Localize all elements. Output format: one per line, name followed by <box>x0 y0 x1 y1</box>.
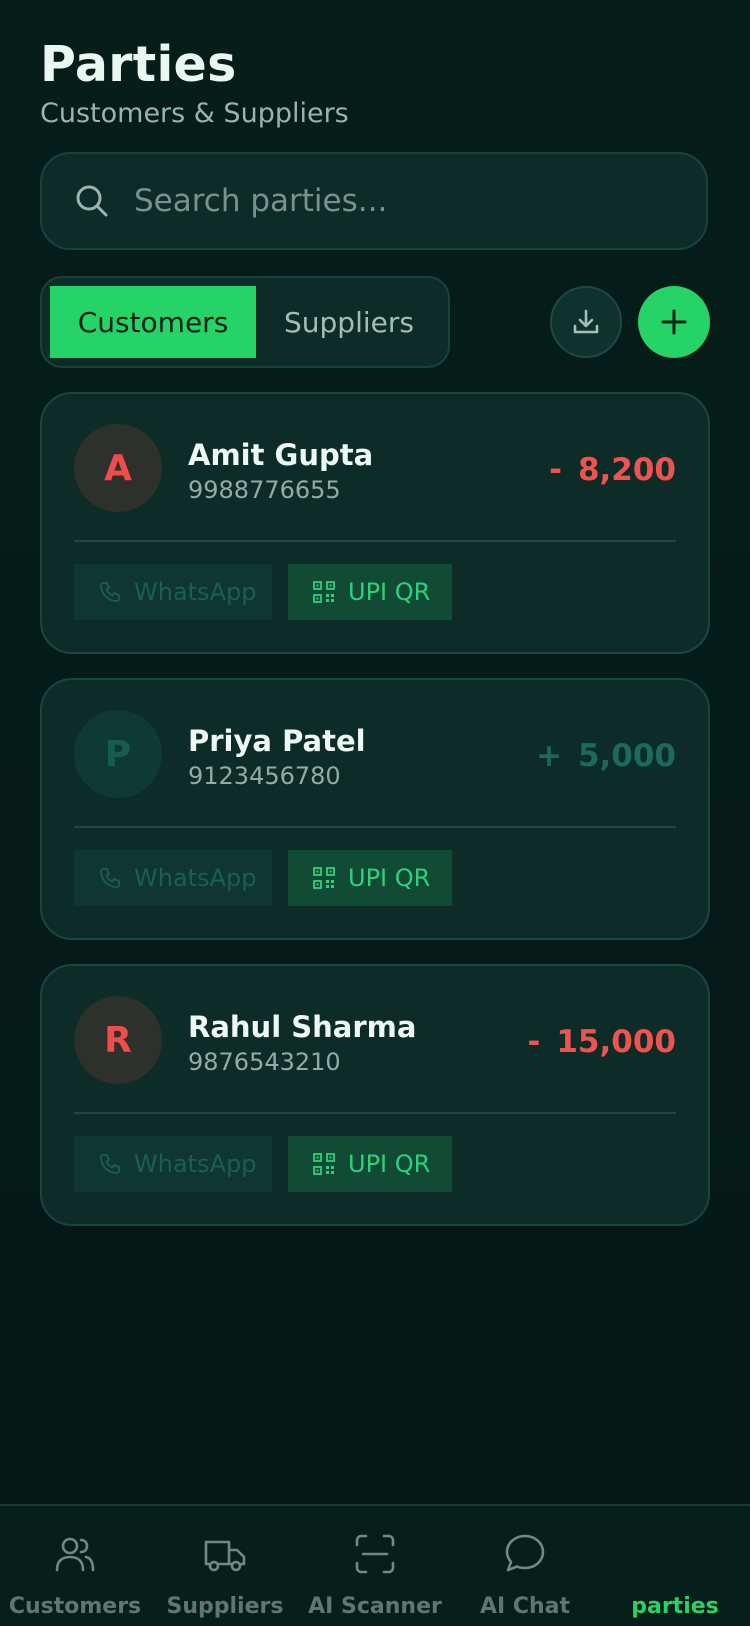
nav-label: parties <box>631 1594 719 1619</box>
card-divider <box>74 540 676 542</box>
whatsapp-button[interactable]: WhatsApp <box>74 850 272 906</box>
party-card[interactable]: P Priya Patel 9123456780 + 5,000 WhatsAp… <box>40 678 710 940</box>
upi-label: UPI QR <box>348 578 431 606</box>
users-icon <box>55 1537 95 1572</box>
search-icon <box>74 183 110 219</box>
card-divider <box>74 1112 676 1114</box>
nav-label: AI Scanner <box>308 1594 442 1619</box>
balance-amount: 5,000 <box>577 738 676 774</box>
party-type-toggle: Customers Suppliers <box>40 276 450 368</box>
party-card[interactable]: A Amit Gupta 9988776655 - 8,200 WhatsApp <box>40 392 710 654</box>
party-phone: 9123456780 <box>188 762 341 790</box>
party-name: Priya Patel <box>188 724 366 758</box>
qr-code-icon <box>313 1153 335 1175</box>
nav-parties[interactable]: parties <box>600 1506 750 1626</box>
whatsapp-button[interactable]: WhatsApp <box>74 564 272 620</box>
nav-ai-scanner[interactable]: AI Scanner <box>300 1506 450 1626</box>
party-name: Rahul Sharma <box>188 1010 417 1044</box>
nav-suppliers[interactable]: Suppliers <box>150 1506 300 1626</box>
party-card[interactable]: R Rahul Sharma 9876543210 - 15,000 Whats… <box>40 964 710 1226</box>
phone-icon <box>100 868 120 888</box>
upi-label: UPI QR <box>348 1150 431 1178</box>
nav-label: Suppliers <box>166 1594 284 1619</box>
download-button[interactable] <box>550 286 622 358</box>
whatsapp-button[interactable]: WhatsApp <box>74 1136 272 1192</box>
chat-icon <box>505 1534 545 1572</box>
whatsapp-label: WhatsApp <box>134 578 257 606</box>
party-balance: + 5,000 <box>536 738 676 774</box>
plus-icon <box>661 309 687 335</box>
upi-label: UPI QR <box>348 864 431 892</box>
search-input[interactable] <box>132 182 656 220</box>
party-phone: 9876543210 <box>188 1048 341 1076</box>
add-party-button[interactable] <box>638 286 710 358</box>
truck-icon <box>204 1540 246 1572</box>
balance-sign: - <box>527 1024 541 1060</box>
avatar: A <box>74 424 162 512</box>
bottom-nav: Customers Suppliers AI Scanner AI Chat p… <box>0 1504 750 1626</box>
avatar: P <box>74 710 162 798</box>
nav-ai-chat[interactable]: AI Chat <box>450 1506 600 1626</box>
party-phone: 9988776655 <box>188 476 341 504</box>
party-balance: - 8,200 <box>549 452 676 488</box>
search-bar[interactable] <box>40 152 708 250</box>
tab-suppliers[interactable]: Suppliers <box>256 286 442 358</box>
balance-amount: 8,200 <box>577 452 676 488</box>
nav-label: AI Chat <box>479 1594 571 1619</box>
balance-sign: - <box>549 452 562 488</box>
phone-icon <box>100 1154 120 1174</box>
page-title: Parties <box>40 36 237 93</box>
qr-code-icon <box>313 581 335 603</box>
qr-code-icon <box>313 867 335 889</box>
whatsapp-label: WhatsApp <box>134 864 257 892</box>
upi-qr-button[interactable]: UPI QR <box>288 564 452 620</box>
phone-icon <box>100 582 120 602</box>
page-subtitle: Customers & Suppliers <box>40 98 349 129</box>
scan-icon <box>355 1534 395 1574</box>
card-divider <box>74 826 676 828</box>
party-balance: - 15,000 <box>527 1024 676 1060</box>
upi-qr-button[interactable]: UPI QR <box>288 850 452 906</box>
tab-customers[interactable]: Customers <box>50 286 256 358</box>
balance-amount: 15,000 <box>556 1024 676 1060</box>
party-name: Amit Gupta <box>188 438 374 472</box>
upi-qr-button[interactable]: UPI QR <box>288 1136 452 1192</box>
nav-label: Customers <box>8 1594 142 1619</box>
avatar: R <box>74 996 162 1084</box>
balance-sign: + <box>535 738 562 774</box>
nav-customers[interactable]: Customers <box>0 1506 150 1626</box>
whatsapp-label: WhatsApp <box>134 1150 257 1178</box>
download-icon <box>573 309 599 334</box>
